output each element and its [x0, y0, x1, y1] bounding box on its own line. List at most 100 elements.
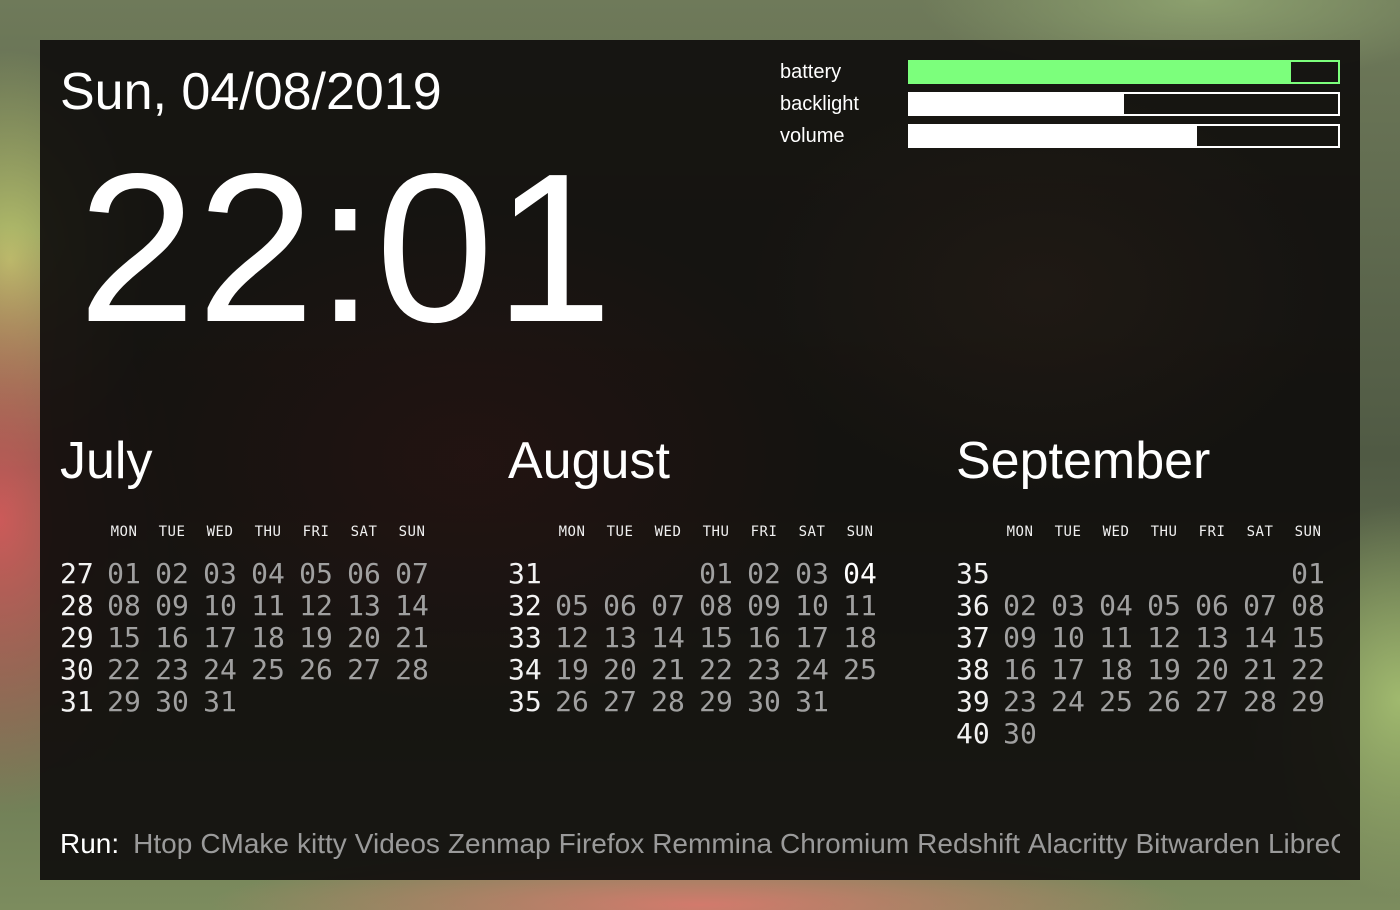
- day-cell: 15: [107, 621, 141, 654]
- day-cell: 28: [395, 653, 429, 686]
- weekday-label: FRI: [302, 524, 330, 540]
- run-app-firefox[interactable]: Firefox: [559, 828, 645, 859]
- week-number: 31: [508, 557, 542, 590]
- day-cell: 02: [1003, 589, 1037, 622]
- week-number: 31: [60, 685, 94, 718]
- run-app-zenmap[interactable]: Zenmap: [448, 828, 551, 859]
- run-app-libreoff[interactable]: LibreOff: [1268, 828, 1340, 859]
- run-app-htop[interactable]: Htop: [133, 828, 192, 859]
- weekday-label: SUN: [1294, 524, 1322, 540]
- week-row: 28 08 09 10 11 12 13 14: [60, 590, 490, 622]
- month-title: July: [60, 432, 153, 490]
- day-cell: 21: [395, 621, 429, 654]
- month-title: August: [508, 432, 670, 490]
- week-row: 34 19 20 21 22 23 24 25: [508, 654, 938, 686]
- day-cell: 07: [651, 589, 685, 622]
- day-cell: [340, 686, 388, 718]
- day-cell: 10: [1051, 621, 1085, 654]
- week-row: 31 29 30 31: [60, 686, 490, 718]
- day-cell: 01: [699, 557, 733, 590]
- day-cell: [1188, 558, 1236, 590]
- week-number: 39: [956, 685, 990, 718]
- meter-label: backlight: [780, 93, 859, 115]
- day-cell: 18: [251, 621, 285, 654]
- run-app-redshift[interactable]: Redshift: [917, 828, 1020, 859]
- dashboard-panel: Sun, 04/08/2019 22:01 battery backlight vo…: [40, 40, 1360, 880]
- day-cell: 06: [347, 557, 381, 590]
- day-cell: 15: [1291, 621, 1325, 654]
- run-app-chromium[interactable]: Chromium: [780, 828, 909, 859]
- day-cell: [1236, 718, 1284, 750]
- week-number: 34: [508, 653, 542, 686]
- day-cell: [644, 558, 692, 590]
- month-september: September MON TUE WED THU FRI SAT SUN 35 01 36 02 03…: [956, 430, 1386, 750]
- week-number: 40: [956, 717, 990, 750]
- day-cell: 16: [747, 621, 781, 654]
- day-cell: 14: [651, 621, 685, 654]
- day-cell: 01: [1291, 557, 1325, 590]
- weekday-label: THU: [1150, 524, 1178, 540]
- day-cell: [1140, 558, 1188, 590]
- weekday-label: SAT: [350, 524, 378, 540]
- day-cell: 18: [1099, 653, 1133, 686]
- weekday-label: WED: [1102, 524, 1130, 540]
- week-number: 38: [956, 653, 990, 686]
- day-cell: 12: [1147, 621, 1181, 654]
- day-cell: 21: [651, 653, 685, 686]
- run-app-alacritty[interactable]: Alacritty: [1028, 828, 1128, 859]
- day-cell: 25: [843, 653, 877, 686]
- weekday-label: SUN: [398, 524, 426, 540]
- day-cell: 20: [1195, 653, 1229, 686]
- day-cell: 15: [699, 621, 733, 654]
- run-app-kitty[interactable]: kitty: [297, 828, 347, 859]
- weekday-label: THU: [702, 524, 730, 540]
- week-number: 28: [60, 589, 94, 622]
- day-cell: [996, 558, 1044, 590]
- run-app-remmina[interactable]: Remmina: [652, 828, 772, 859]
- day-cell: 02: [155, 557, 189, 590]
- run-launcher: Run: Htop CMake kitty Videos Zenmap Firefox Rem…: [60, 826, 1340, 862]
- date-display: Sun, 04/08/2019: [60, 63, 442, 121]
- week-number: 27: [60, 557, 94, 590]
- day-cell: 08: [107, 589, 141, 622]
- day-cell: 29: [107, 685, 141, 718]
- day-cell: 28: [651, 685, 685, 718]
- day-cell: 13: [603, 621, 637, 654]
- day-cell: 17: [203, 621, 237, 654]
- week-number: 36: [956, 589, 990, 622]
- week-number: 33: [508, 621, 542, 654]
- meter-battery: battery: [780, 60, 1340, 84]
- week-row: 37 09 10 11 12 13 14 15: [956, 622, 1386, 654]
- day-cell: 23: [747, 653, 781, 686]
- day-cell: 29: [699, 685, 733, 718]
- week-row: 40 30: [956, 718, 1386, 750]
- weekday-label: SAT: [798, 524, 826, 540]
- run-app-videos[interactable]: Videos: [355, 828, 440, 859]
- day-cell: 17: [795, 621, 829, 654]
- day-cell: [1092, 558, 1140, 590]
- week-row: 31 01 02 03 04: [508, 558, 938, 590]
- battery-bar: [908, 60, 1340, 84]
- day-cell: 09: [747, 589, 781, 622]
- day-cell: 24: [203, 653, 237, 686]
- day-cell: 30: [747, 685, 781, 718]
- status-meters: battery backlight volume: [780, 60, 1340, 156]
- day-cell: 03: [203, 557, 237, 590]
- backlight-bar-fill: [910, 94, 1124, 114]
- day-cell: 27: [347, 653, 381, 686]
- meter-volume: volume: [780, 124, 1340, 148]
- weekday-label: MON: [558, 524, 586, 540]
- day-cell: 19: [299, 621, 333, 654]
- run-app-cmake[interactable]: CMake: [200, 828, 289, 859]
- day-cell: 27: [603, 685, 637, 718]
- day-cell: 08: [699, 589, 733, 622]
- run-app-bitwarden[interactable]: Bitwarden: [1135, 828, 1260, 859]
- weekday-label: THU: [254, 524, 282, 540]
- week-number: 29: [60, 621, 94, 654]
- day-cell: 12: [299, 589, 333, 622]
- day-cell: [244, 686, 292, 718]
- day-cell: 08: [1291, 589, 1325, 622]
- volume-bar: [908, 124, 1340, 148]
- weekday-label: TUE: [606, 524, 634, 540]
- day-cell: 23: [155, 653, 189, 686]
